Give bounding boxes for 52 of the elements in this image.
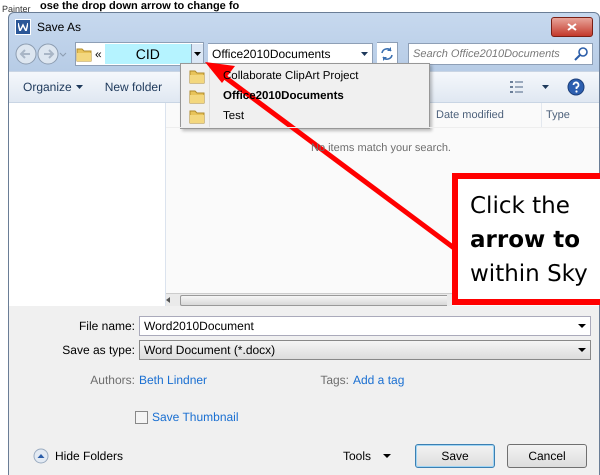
help-icon[interactable] xyxy=(567,78,585,96)
callout-text: Click the arrow to within Sky xyxy=(470,192,589,289)
file-name-field[interactable]: Word2010Document xyxy=(139,316,591,336)
app-icon xyxy=(15,19,31,35)
add-tag-link[interactable]: Add a tag xyxy=(353,373,404,387)
overflow-chevron[interactable]: « xyxy=(92,47,105,61)
field-label: Save as type: xyxy=(61,343,135,357)
authors-link[interactable]: Beth Lindner xyxy=(139,373,299,387)
breadcrumb-item[interactable]: CID xyxy=(104,44,191,64)
refresh-icon xyxy=(379,46,395,62)
caret-icon xyxy=(76,85,83,89)
view-options-icon[interactable] xyxy=(510,80,524,94)
folder-icon xyxy=(189,88,205,104)
field-label: Authors: xyxy=(89,373,136,387)
dropdown-arrow-button[interactable] xyxy=(191,44,203,64)
menu-item[interactable]: Test xyxy=(181,106,429,126)
window-title: Save As xyxy=(37,20,82,34)
folder-icon xyxy=(76,46,92,62)
forward-button[interactable] xyxy=(37,43,59,65)
horizontal-scrollbar[interactable] xyxy=(166,293,452,306)
scrollbar-thumb[interactable] xyxy=(180,294,447,306)
caret-icon[interactable] xyxy=(542,85,549,89)
thumbnail-checkbox[interactable] xyxy=(135,410,148,424)
field-label: Tags: xyxy=(319,373,350,387)
hide-folders-button[interactable]: Hide Folders xyxy=(33,448,124,464)
column-header[interactable]: Date modified xyxy=(432,103,542,127)
ribbon-label: Painter xyxy=(2,4,31,14)
field-label: File name: xyxy=(78,319,135,333)
new-folder-button[interactable]: New folder xyxy=(104,80,162,94)
close-icon xyxy=(566,22,578,32)
folder-icon xyxy=(189,68,205,84)
checkbox-label[interactable]: Save Thumbnail xyxy=(152,410,238,424)
caret-icon xyxy=(578,348,586,352)
search-field[interactable]: Search Office2010Documents xyxy=(408,43,593,65)
organize-menu-button[interactable]: Organize xyxy=(23,80,83,94)
folder-icon xyxy=(189,108,205,124)
close-button[interactable] xyxy=(551,17,593,37)
file-type-dropdown[interactable]: Word Document (*.docx) xyxy=(139,340,591,360)
column-header[interactable]: Type xyxy=(542,103,599,127)
path-combo-box[interactable]: Office2010Documents xyxy=(208,43,373,65)
instruction-heading: ose the drop down arrow to change fo xyxy=(40,0,240,12)
breadcrumb-bar[interactable]: « CID xyxy=(75,42,204,66)
chevron-up-icon xyxy=(33,448,49,464)
search-icon xyxy=(574,47,588,61)
caret-icon xyxy=(194,52,201,56)
back-button[interactable] xyxy=(15,43,37,65)
caret-icon xyxy=(383,454,391,458)
tools-menu-button[interactable]: Tools xyxy=(342,449,391,463)
caret-icon xyxy=(578,324,586,328)
cancel-button[interactable]: Cancel xyxy=(507,444,587,468)
save-button[interactable]: Save xyxy=(415,444,495,468)
caret-icon xyxy=(361,52,368,56)
